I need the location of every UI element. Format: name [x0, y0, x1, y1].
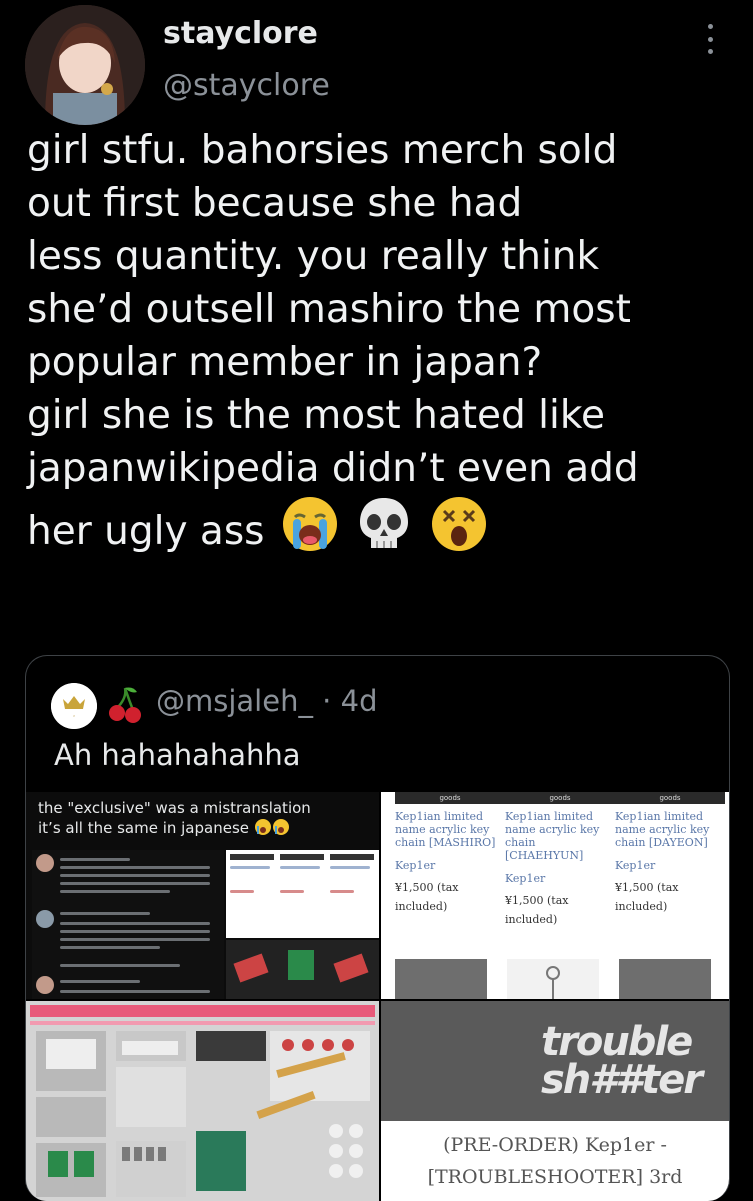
quoted-tweet[interactable]: · @msjaleh_ · 4d Ah hahahahahha the "exc… — [25, 655, 730, 1201]
product-photo — [507, 959, 599, 999]
tweet-line-last: her ugly ass — [27, 495, 737, 567]
tweet-line: she’d outsell mashiro the most — [27, 287, 631, 332]
tweet-line: less quantity. you really think — [27, 234, 600, 279]
quoted-tweet-header: · — [51, 681, 143, 731]
quoted-tweet-text: Ah hahahahahha — [54, 738, 301, 772]
shop-item: goods Kep1ian limited name acrylic key c… — [615, 792, 725, 916]
author-handle[interactable]: @stayclore — [163, 68, 330, 103]
author-display-name[interactable]: stayclore — [163, 16, 318, 51]
album-logo: trouble sh##ter — [541, 1019, 703, 1103]
tweet-line: girl she is the most hated like — [27, 393, 606, 438]
shop-item: goods Kep1ian limited name acrylic key c… — [395, 792, 505, 916]
svg-text:·: · — [73, 712, 76, 721]
album-cover: trouble sh##ter — [381, 1001, 729, 1121]
quoted-image-screenshot[interactable]: the "exclusive" was a mistranslation it’… — [26, 792, 379, 999]
loudly-crying-face-icon — [281, 495, 339, 567]
quoted-handle-and-time[interactable]: @msjaleh_ · 4d — [156, 684, 377, 718]
tweet-line: girl stfu. bahorsies merch sold — [27, 128, 618, 173]
screenshot-caption: the "exclusive" was a mistranslation it’… — [38, 798, 311, 841]
tweet-line: popular member in japan? — [27, 340, 543, 385]
tweet-line: out first because she had — [27, 181, 523, 226]
quoted-image-merch-chart[interactable] — [26, 1001, 379, 1201]
crying-emoji-icon — [254, 818, 290, 841]
album-title: (PRE-ORDER) Kep1er - [TROUBLESHOOTER] 3r… — [427, 1134, 683, 1188]
mini-keychain-photos — [226, 940, 379, 999]
author-avatar[interactable] — [25, 5, 145, 125]
product-photo — [619, 959, 711, 999]
cherries-icon — [107, 684, 143, 728]
mini-tweet-thread — [32, 850, 224, 999]
quoted-author-avatar[interactable]: · — [51, 683, 97, 729]
quoted-image-album-listing[interactable]: trouble sh##ter (PRE-ORDER) Kep1er - [TR… — [381, 1001, 729, 1201]
more-options-icon[interactable] — [700, 24, 720, 54]
astonished-face-icon — [430, 495, 488, 567]
tweet-line: japanwikipedia didn’t even add — [27, 446, 639, 491]
skull-icon — [355, 495, 413, 567]
shop-item: goods Kep1ian limited name acrylic key c… — [505, 792, 615, 929]
quoted-image-shop-listing[interactable]: goods Kep1ian limited name acrylic key c… — [381, 792, 729, 999]
mini-shop-thumbnail — [226, 850, 379, 938]
product-photo — [395, 959, 487, 999]
tweet-text: girl stfu. bahorsies merch sold out firs… — [27, 124, 737, 567]
